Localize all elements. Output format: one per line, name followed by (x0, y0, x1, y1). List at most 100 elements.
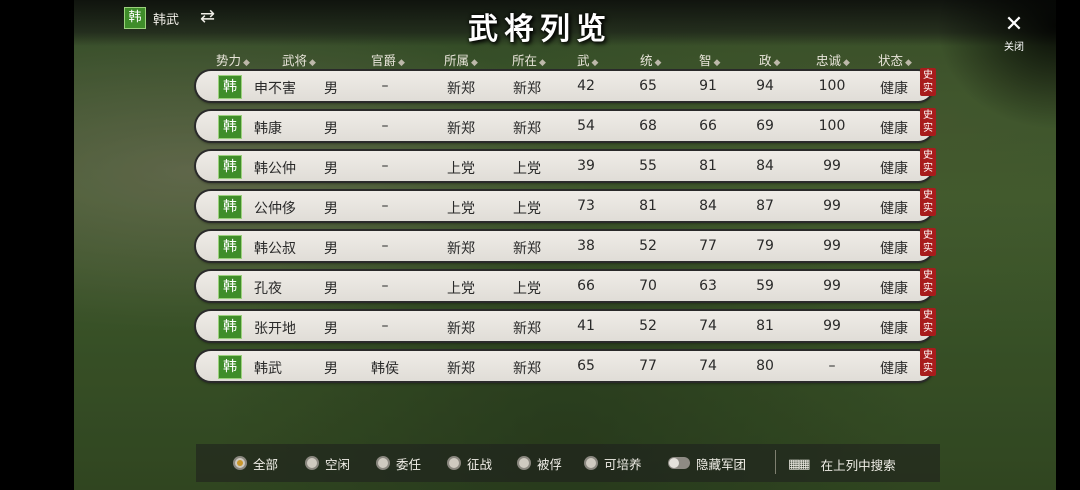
faction-badge: 韩 (218, 235, 242, 259)
table-row[interactable]: 韩 韩康 男 – 新郑 新郑 54 68 66 69 100 健康 史实 (196, 108, 936, 141)
filter-label: 征战 (467, 456, 493, 472)
table-row[interactable]: 韩 孔夜 男 – 上党 上党 66 70 63 59 99 健康 史实 (196, 268, 936, 301)
general-name: 申不害 (254, 81, 296, 97)
stat-loyalty: 100 (818, 78, 846, 94)
col-rank[interactable]: 官爵 ◆ (371, 50, 405, 69)
general-name: 韩公叔 (254, 241, 296, 257)
faction-badge: 韩 (218, 355, 242, 379)
stat-war: 66 (577, 278, 595, 294)
general-rank: – (381, 318, 389, 334)
stat-politics: 59 (756, 278, 774, 294)
general-status: 健康 (880, 321, 908, 337)
stat-intel: 74 (699, 318, 717, 334)
general-name: 张开地 (254, 321, 296, 337)
general-rank: 韩侯 (371, 361, 399, 377)
search-button[interactable]: ▦▦ 在上列中搜索 (788, 455, 896, 474)
general-belong: 上党 (447, 281, 475, 297)
filter-trainable[interactable]: 可培养 (584, 453, 642, 473)
stat-loyalty: 99 (823, 318, 841, 334)
radio-icon (447, 456, 461, 470)
historical-badge: 史实 (920, 228, 936, 256)
divider (775, 450, 776, 474)
col-war[interactable]: 武 ◆ (577, 50, 598, 69)
general-belong: 新郑 (447, 121, 475, 137)
general-belong: 新郑 (447, 81, 475, 97)
filter-assigned[interactable]: 委任 (376, 453, 421, 473)
col-lead[interactable]: 统 ◆ (640, 50, 661, 69)
faction-badge: 韩 (218, 195, 242, 219)
sort-icon: ◆ (654, 58, 662, 68)
stat-intel: 81 (699, 158, 717, 174)
col-politics[interactable]: 政 ◆ (759, 50, 780, 69)
stat-intel: 77 (699, 238, 717, 254)
general-rank: – (381, 158, 389, 174)
sort-icon: ◆ (471, 58, 478, 68)
table-row[interactable]: 韩 韩武 男 韩侯 新郑 新郑 65 77 74 80 – 健康 史实 (196, 348, 936, 381)
faction-badge: 韩 (218, 315, 242, 339)
radio-selected-icon (233, 456, 247, 470)
col-general[interactable]: 武将 ◆ (282, 50, 316, 69)
filter-idle[interactable]: 空闲 (305, 453, 350, 473)
col-belong[interactable]: 所属 ◆ (444, 50, 478, 69)
general-gender: 男 (324, 81, 338, 97)
stat-lead: 55 (639, 158, 657, 174)
col-label: 武将 (282, 53, 308, 68)
col-location[interactable]: 所在 ◆ (512, 50, 546, 69)
table-row[interactable]: 韩 申不害 男 – 新郑 新郑 42 65 91 94 100 健康 史实 (196, 68, 936, 101)
filter-campaign[interactable]: 征战 (447, 453, 492, 473)
col-status[interactable]: 状态 ◆ (878, 50, 912, 69)
stat-lead: 52 (639, 238, 657, 254)
table-row[interactable]: 韩 公仲侈 男 – 上党 上党 73 81 84 87 99 健康 史实 (196, 188, 936, 221)
stat-intel: 84 (699, 198, 717, 214)
col-label: 所属 (444, 53, 470, 68)
col-faction[interactable]: 势力 ◆ (216, 50, 250, 69)
historical-badge: 史实 (920, 108, 936, 136)
col-intel[interactable]: 智 ◆ (699, 50, 720, 69)
general-name: 韩武 (254, 361, 282, 377)
sort-icon: ◆ (243, 58, 250, 68)
stat-politics: 94 (756, 78, 774, 94)
radio-icon (305, 456, 319, 470)
stat-intel: 74 (699, 358, 717, 374)
faction-badge: 韩 (218, 275, 242, 299)
filter-captive[interactable]: 被俘 (517, 453, 562, 473)
general-status: 健康 (880, 281, 908, 297)
filter-label: 空闲 (325, 456, 351, 472)
stat-war: 38 (577, 238, 595, 254)
general-status: 健康 (880, 161, 908, 177)
general-location: 新郑 (513, 361, 541, 377)
hide-legion-toggle[interactable]: 隐藏军团 (668, 453, 746, 473)
sort-icon: ◆ (398, 58, 405, 68)
table-row[interactable]: 韩 张开地 男 – 新郑 新郑 41 52 74 81 99 健康 史实 (196, 308, 936, 341)
table-header: 势力 ◆ 武将 ◆ 官爵 ◆ 所属 ◆ 所在 ◆ 武 ◆ 统 ◆ 智 ◆ 政 ◆ 忠诚 ◆ 状态 ◆ (196, 50, 936, 68)
general-status: 健康 (880, 241, 908, 257)
stat-lead: 81 (639, 198, 657, 214)
stat-war: 39 (577, 158, 595, 174)
general-gender: 男 (324, 241, 338, 257)
col-label: 所在 (512, 53, 538, 68)
stat-war: 54 (577, 118, 595, 134)
stat-lead: 70 (639, 278, 657, 294)
table-row[interactable]: 韩 韩公叔 男 – 新郑 新郑 38 52 77 79 99 健康 史实 (196, 228, 936, 261)
general-gender: 男 (324, 161, 338, 177)
col-label: 势力 (216, 53, 242, 68)
general-status: 健康 (880, 201, 908, 217)
stat-war: 65 (577, 358, 595, 374)
general-belong: 新郑 (447, 361, 475, 377)
general-location: 上党 (513, 161, 541, 177)
close-button[interactable]: ✕ 关闭 (994, 14, 1034, 58)
col-loyalty[interactable]: 忠诚 ◆ (816, 50, 850, 69)
general-belong: 上党 (447, 161, 475, 177)
stat-war: 42 (577, 78, 595, 94)
historical-badge: 史实 (920, 68, 936, 96)
stat-war: 73 (577, 198, 595, 214)
table-row[interactable]: 韩 韩公仲 男 – 上党 上党 39 55 81 84 99 健康 史实 (196, 148, 936, 181)
stat-loyalty: 100 (818, 118, 846, 134)
general-location: 上党 (513, 201, 541, 217)
filter-all[interactable]: 全部 (233, 453, 278, 473)
stat-intel: 66 (699, 118, 717, 134)
stat-loyalty: – (828, 358, 836, 374)
general-name: 韩康 (254, 121, 282, 137)
general-gender: 男 (324, 121, 338, 137)
stat-intel: 91 (699, 78, 717, 94)
